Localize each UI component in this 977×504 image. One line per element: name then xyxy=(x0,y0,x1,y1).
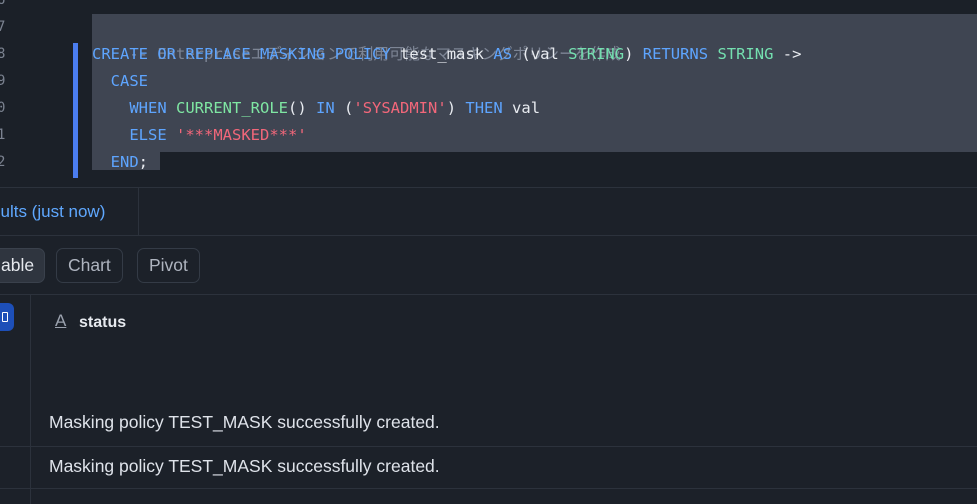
view-chart-button[interactable]: Chart xyxy=(56,248,123,283)
param-open: (val xyxy=(521,45,559,63)
value-token: val xyxy=(512,99,541,117)
line-number: 9 xyxy=(0,73,6,89)
kw-case: CASE xyxy=(110,72,148,90)
param-close: ) xyxy=(624,45,634,63)
kw-returns: RETURNS xyxy=(642,45,709,63)
line-number: 6 xyxy=(0,0,6,8)
line-number-gutter: 6 7 8 9 0 1 2 xyxy=(0,0,40,187)
row-divider xyxy=(0,446,977,447)
table-cell[interactable]: Masking policy TEST_MASK successfully cr… xyxy=(49,412,440,433)
line-number: 2 xyxy=(0,154,6,170)
type-string: STRING xyxy=(568,45,625,63)
arrow-token: -> xyxy=(782,45,802,63)
results-grid: A status Masking policy TEST_MASK succes… xyxy=(0,295,977,504)
code-line-comment: -- Enterpriseエディションで利用可能なマスキングポリシーを作成 xyxy=(92,14,621,63)
type-string-return: STRING xyxy=(717,45,774,63)
line-number: 8 xyxy=(0,46,6,62)
fn-current-role: CURRENT_ROLE xyxy=(176,99,288,117)
code-line-when: WHEN CURRENT_ROLE() IN ('SYSADMIN') THEN… xyxy=(92,95,540,122)
row-divider xyxy=(0,488,977,489)
text-type-icon: A xyxy=(55,311,67,330)
view-pivot-button[interactable]: Pivot xyxy=(137,248,200,283)
kw-masking: MASKING xyxy=(260,45,326,63)
kw-or: OR xyxy=(157,45,177,63)
kw-end: END xyxy=(110,153,139,171)
column-name: status xyxy=(79,314,127,331)
kw-then: THEN xyxy=(465,99,503,117)
semicolon: ; xyxy=(138,153,149,171)
code-line-case: CASE xyxy=(92,68,148,95)
kw-as: AS xyxy=(493,45,513,63)
line-number: 0 xyxy=(0,100,6,116)
line-number: 1 xyxy=(0,127,6,143)
paren-open: ( xyxy=(344,99,354,117)
modified-lines-indicator xyxy=(73,43,78,178)
line-number: 7 xyxy=(0,19,6,35)
kw-else: ELSE xyxy=(129,126,167,144)
kw-policy: POLICY xyxy=(334,45,391,63)
row-number-column xyxy=(0,295,31,504)
code-line-end: END; xyxy=(92,149,148,176)
sql-editor[interactable]: 6 7 8 9 0 1 2 -- Enterpriseエディションで利用可能なマ… xyxy=(0,0,977,187)
kw-create: CREATE xyxy=(92,45,148,63)
paren-close: ) xyxy=(446,99,457,117)
kw-replace: REPLACE xyxy=(185,45,251,63)
select-all-rows-icon[interactable] xyxy=(0,303,14,331)
tab-results[interactable]: sults (just now) xyxy=(0,188,139,236)
view-switcher: able Chart Pivot xyxy=(0,236,977,295)
code-line-else: ELSE '***MASKED***' xyxy=(92,122,307,149)
str-masked: '***MASKED***' xyxy=(176,126,307,144)
table-cell[interactable]: Masking policy TEST_MASK successfully cr… xyxy=(49,456,440,477)
policy-name: test_mask xyxy=(400,45,485,63)
str-sysadmin: 'SYSADMIN' xyxy=(353,99,447,117)
view-table-button[interactable]: able xyxy=(0,248,46,283)
code-line-create: CREATE OR REPLACE MASKING POLICY test_ma… xyxy=(92,41,801,68)
tab-results-label: sults (just now) xyxy=(0,202,106,221)
kw-in: IN xyxy=(316,99,335,117)
fn-parens: () xyxy=(287,99,307,117)
kw-when: WHEN xyxy=(129,99,167,117)
results-tab-bar: sults (just now) xyxy=(0,187,977,236)
column-header-status[interactable]: A status xyxy=(31,295,977,403)
